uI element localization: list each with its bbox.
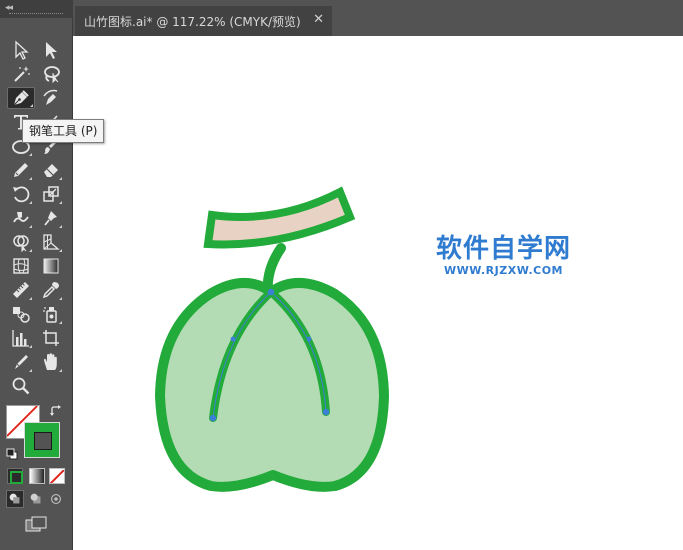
- document-tab-title: 山竹图标.ai* @ 117.22% (CMYK/预览): [84, 14, 301, 29]
- lasso-icon: [44, 66, 60, 84]
- measure-tool[interactable]: [9, 279, 33, 301]
- column-graph-tool[interactable]: [9, 327, 33, 349]
- perspective-grid-icon: [43, 234, 60, 250]
- hand-tool[interactable]: [39, 351, 63, 373]
- artboard-icon: [43, 330, 59, 346]
- mesh-icon: [13, 258, 29, 274]
- tools-panel-header: ◂◂: [0, 0, 73, 18]
- blend-icon: [13, 307, 30, 323]
- watermark-url: WWW.RJZXW.COM: [444, 264, 563, 277]
- draw-normal-icon: [9, 493, 20, 504]
- slice-icon: [15, 355, 28, 369]
- anchor-point[interactable]: [230, 336, 236, 342]
- rotate-icon: [13, 186, 30, 203]
- draw-behind-button[interactable]: [28, 491, 44, 507]
- direct-selection-tool[interactable]: [9, 39, 33, 61]
- draw-inside-button[interactable]: [48, 491, 64, 507]
- slice-tool[interactable]: [9, 351, 33, 373]
- curvature-tool[interactable]: [39, 87, 63, 109]
- scale-icon: [43, 186, 59, 202]
- zoom-tool[interactable]: [9, 375, 33, 397]
- artboard-canvas[interactable]: 软件自学网 WWW.RJZXW.COM: [73, 36, 683, 550]
- anchor-point[interactable]: [306, 336, 312, 342]
- warp-icon: [13, 212, 29, 223]
- fruit-body[interactable]: [155, 278, 389, 492]
- warp-tool[interactable]: [9, 207, 33, 229]
- symbol-sprayer-icon: [43, 307, 57, 323]
- anchor-point[interactable]: [267, 288, 275, 296]
- eyedropper-tool[interactable]: [39, 279, 63, 301]
- pencil-tool[interactable]: [9, 159, 33, 181]
- lasso-tool[interactable]: [39, 63, 63, 85]
- watermark-title: 软件自学网: [436, 234, 572, 264]
- magic-wand-icon: [14, 66, 30, 82]
- stroke-swatch-inner: [34, 432, 52, 450]
- pencil-icon: [14, 163, 28, 177]
- none-icon: [50, 469, 64, 483]
- selection-tool[interactable]: [39, 39, 63, 61]
- white-arrow-icon: [15, 40, 29, 60]
- perspective-grid-tool[interactable]: [39, 231, 63, 253]
- gradient-icon: [43, 258, 59, 274]
- draw-normal-button[interactable]: [6, 490, 24, 508]
- gradient-tool[interactable]: [39, 255, 63, 277]
- swap-fill-stroke-icon[interactable]: [49, 403, 63, 417]
- artboard-tool[interactable]: [39, 327, 63, 349]
- stem-cap[interactable]: [203, 186, 356, 249]
- watermark: 软件自学网 WWW.RJZXW.COM: [436, 234, 571, 277]
- ruler-icon: [13, 282, 29, 298]
- pen-tool-tooltip: 钢笔工具 (P): [22, 119, 105, 143]
- draw-inside-icon: [50, 493, 62, 505]
- color-mode-button[interactable]: [7, 468, 23, 484]
- panel-grip[interactable]: [9, 13, 63, 16]
- eyedropper-icon: [42, 282, 59, 299]
- eraser-icon: [44, 164, 58, 177]
- symbol-sprayer-tool[interactable]: [39, 303, 63, 325]
- close-tab-icon[interactable]: ✕: [313, 13, 324, 27]
- hand-icon: [44, 353, 57, 370]
- color-icon: [10, 471, 23, 484]
- eraser-tool[interactable]: [39, 159, 63, 181]
- bar-graph-icon: [12, 330, 29, 347]
- stroke-swatch[interactable]: [24, 422, 60, 458]
- rotate-tool[interactable]: [9, 183, 33, 205]
- mangosteen-artwork: [155, 186, 389, 492]
- screen-mode-button[interactable]: [24, 515, 48, 535]
- draw-behind-icon: [30, 493, 41, 504]
- document-tab-bar: 山竹图标.ai* @ 117.22% (CMYK/预览) ✕: [73, 0, 683, 36]
- black-arrow-icon: [46, 42, 57, 59]
- pin-icon: [44, 211, 57, 226]
- shape-builder-tool[interactable]: [9, 231, 33, 253]
- curvature-pen-icon: [43, 89, 58, 105]
- pen-tool[interactable]: [7, 87, 35, 109]
- scale-tool[interactable]: [39, 183, 63, 205]
- puppet-warp-tool[interactable]: [39, 207, 63, 229]
- tools-panel: ◂◂: [0, 0, 73, 550]
- default-colors-icon[interactable]: [6, 445, 18, 460]
- gradient-mode-button[interactable]: [29, 468, 45, 484]
- document-tab[interactable]: 山竹图标.ai* @ 117.22% (CMYK/预览) ✕: [75, 6, 332, 36]
- magnifier-icon: [12, 377, 30, 395]
- anchor-point[interactable]: [322, 408, 330, 416]
- pen-icon: [13, 90, 29, 106]
- mesh-tool[interactable]: [9, 255, 33, 277]
- screen-mode-icon: [25, 516, 47, 532]
- none-mode-button[interactable]: [49, 468, 65, 484]
- blend-tool[interactable]: [9, 303, 33, 325]
- anchor-point[interactable]: [209, 414, 217, 422]
- magic-wand-tool[interactable]: [9, 63, 33, 85]
- shape-builder-icon: [13, 235, 29, 252]
- collapse-panel-icon[interactable]: ◂◂: [5, 3, 13, 13]
